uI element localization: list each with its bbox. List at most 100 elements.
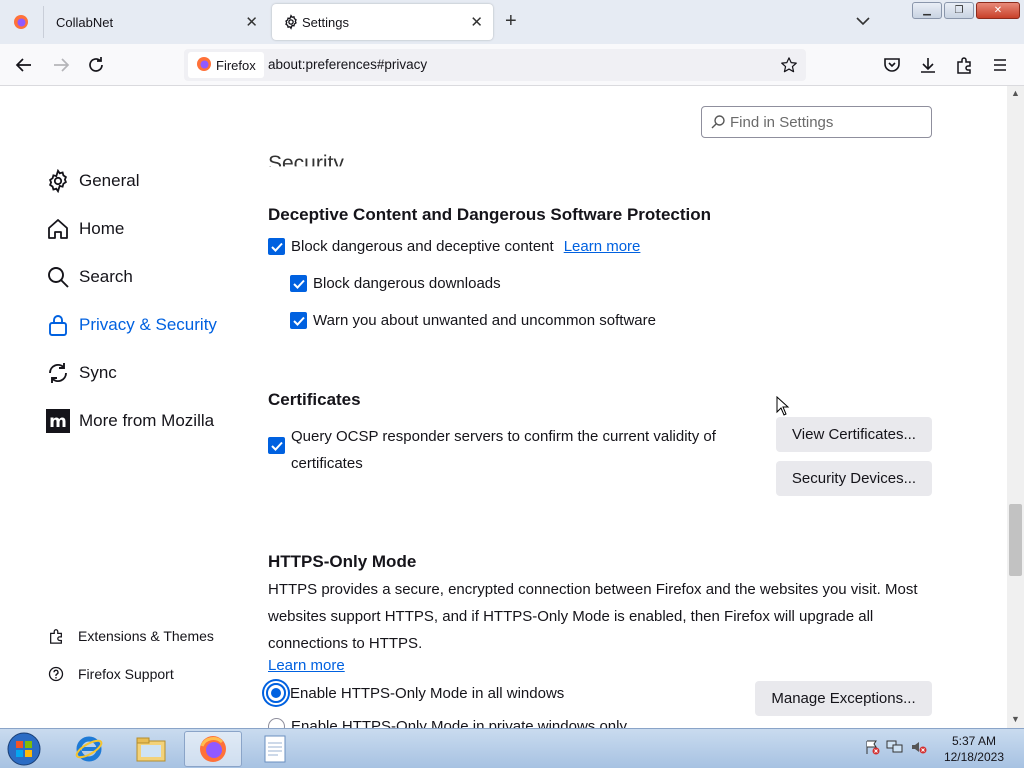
sidebar-item-general[interactable]: General: [45, 168, 139, 194]
taskbar: 5:37 AM 12/18/2023: [0, 728, 1024, 768]
view-certificates-button[interactable]: View Certificates...: [776, 417, 932, 452]
sidebar-small-label: Firefox Support: [78, 666, 174, 682]
menu-icon[interactable]: [989, 54, 1011, 76]
https-description-line: connections to HTTPS.: [268, 635, 423, 652]
tab-collabnet[interactable]: CollabNet ✕: [0, 4, 268, 40]
close-tab-icon[interactable]: ✕: [245, 13, 258, 31]
checkmark-icon: [290, 275, 307, 292]
section-heading-security: Security: [268, 152, 344, 175]
vertical-scrollbar[interactable]: ▲ ▼: [1007, 86, 1024, 728]
sidebar-item-sync[interactable]: Sync: [45, 360, 117, 386]
start-button[interactable]: [4, 731, 44, 767]
scroll-down-icon[interactable]: ▼: [1011, 714, 1020, 724]
certificates-heading: Certificates: [268, 390, 361, 409]
downloads-icon[interactable]: [917, 54, 939, 76]
learn-more-link[interactable]: Learn more: [564, 238, 641, 255]
firefox-icon: [12, 13, 30, 31]
clock-time: 5:37 AM: [951, 734, 996, 748]
deceptive-heading: Deceptive Content and Dangerous Software…: [268, 205, 712, 224]
https-only-heading: HTTPS-Only Mode: [268, 552, 417, 571]
https-description: HTTPS provides a secure, encrypted conne…: [268, 576, 928, 657]
lock-icon: [45, 312, 71, 338]
sidebar-item-label: Search: [79, 267, 133, 286]
ocsp-label-line1: Query OCSP responder servers to confirm …: [291, 428, 716, 445]
manage-exceptions-button[interactable]: Manage Exceptions...: [755, 681, 932, 716]
radio-selected-icon: [266, 683, 286, 703]
sidebar-item-privacy[interactable]: Privacy & Security: [45, 312, 217, 338]
new-tab-icon[interactable]: +: [505, 10, 517, 33]
checkbox-label: Block dangerous and deceptive content: [291, 238, 554, 255]
identity-box[interactable]: Firefox: [188, 52, 264, 78]
reload-icon[interactable]: [85, 54, 107, 76]
internet-explorer-icon[interactable]: [60, 731, 118, 767]
system-tray: [864, 739, 928, 760]
radio-label: Enable HTTPS-Only Mode in all windows: [290, 684, 565, 702]
checkmark-icon: [268, 437, 285, 454]
file-explorer-icon[interactable]: [122, 731, 180, 767]
bookmark-star-icon[interactable]: [780, 56, 798, 79]
tab-title: Settings: [302, 14, 349, 30]
minimize-icon[interactable]: ▁: [912, 2, 942, 19]
forward-icon[interactable]: [50, 54, 72, 76]
search-input[interactable]: [730, 112, 925, 132]
sidebar-item-mozilla[interactable]: m More from Mozilla: [45, 408, 214, 434]
puzzle-icon: [47, 627, 65, 645]
gear-icon: [45, 168, 71, 194]
scroll-up-icon[interactable]: ▲: [1011, 88, 1020, 98]
checkbox-label: Block dangerous downloads: [313, 275, 501, 292]
checkmark-icon: [268, 238, 285, 255]
gear-icon: [282, 13, 300, 31]
sidebar-item-label: General: [79, 171, 140, 190]
warn-unwanted-checkbox[interactable]: Warn you about unwanted and uncommon sof…: [290, 312, 656, 329]
sidebar-item-home[interactable]: Home: [45, 216, 124, 242]
search-icon: [710, 114, 726, 135]
mouse-cursor-icon: [776, 395, 790, 421]
https-description-line: websites support HTTPS, and if HTTPS-Onl…: [268, 608, 874, 625]
tab-settings[interactable]: Settings ✕: [272, 4, 493, 40]
back-icon[interactable]: [13, 54, 35, 76]
close-tab-icon[interactable]: ✕: [470, 13, 483, 31]
tab-title: CollabNet: [56, 14, 114, 30]
https-private-windows-radio[interactable]: Enable HTTPS-Only Mode in private window…: [268, 718, 627, 728]
sidebar-item-search[interactable]: Search: [45, 264, 133, 290]
url-text[interactable]: about:preferences#privacy: [268, 57, 427, 72]
block-downloads-checkbox[interactable]: Block dangerous downloads: [290, 275, 501, 292]
sync-icon: [45, 360, 71, 386]
checkbox-label: Warn you about unwanted and uncommon sof…: [313, 312, 656, 329]
system-clock[interactable]: 5:37 AM 12/18/2023: [944, 733, 1004, 765]
checkbox-label: Query OCSP responder servers to confirm …: [291, 423, 716, 477]
radio-label: Enable HTTPS-Only Mode in private window…: [291, 718, 627, 728]
firefox-taskbar-icon[interactable]: [184, 731, 242, 767]
ocsp-checkbox[interactable]: Query OCSP responder servers to confirm …: [268, 423, 716, 477]
checkmark-icon: [290, 312, 307, 329]
notepad-icon[interactable]: [246, 731, 304, 767]
url-bar[interactable]: Firefox about:preferences#privacy: [184, 49, 806, 81]
sidebar-item-label: More from Mozilla: [79, 411, 215, 430]
pocket-icon[interactable]: [881, 54, 903, 76]
settings-page: General Home Search Privacy & Security S…: [0, 86, 1007, 728]
nav-bar: Firefox about:preferences#privacy: [0, 44, 1024, 86]
volume-muted-icon[interactable]: [910, 739, 928, 760]
https-all-windows-radio[interactable]: Enable HTTPS-Only Mode in all windows: [266, 683, 564, 703]
action-center-flag-icon[interactable]: [864, 739, 880, 760]
ocsp-label-line2: certificates: [291, 455, 363, 472]
help-icon: [47, 665, 65, 683]
scrollbar-thumb[interactable]: [1009, 504, 1022, 576]
security-devices-button[interactable]: Security Devices...: [776, 461, 932, 496]
window-controls: ▁ ❐ ✕: [912, 2, 1020, 19]
sidebar-extensions-themes[interactable]: Extensions & Themes: [47, 627, 214, 645]
identity-label: Firefox: [216, 57, 256, 73]
restore-icon[interactable]: ❐: [944, 2, 974, 19]
https-learn-more-link[interactable]: Learn more: [268, 657, 345, 674]
extensions-icon[interactable]: [953, 54, 975, 76]
radio-empty-icon: [268, 718, 285, 728]
chevron-down-icon[interactable]: [856, 13, 870, 31]
sidebar-firefox-support[interactable]: Firefox Support: [47, 665, 174, 683]
sidebar-item-label: Home: [79, 219, 125, 238]
search-icon: [45, 264, 71, 290]
block-deceptive-checkbox[interactable]: Block dangerous and deceptive content Le…: [268, 238, 640, 255]
network-icon[interactable]: [886, 739, 904, 760]
close-window-icon[interactable]: ✕: [976, 2, 1020, 19]
svg-text:m: m: [49, 412, 67, 432]
find-in-settings[interactable]: [701, 106, 932, 138]
